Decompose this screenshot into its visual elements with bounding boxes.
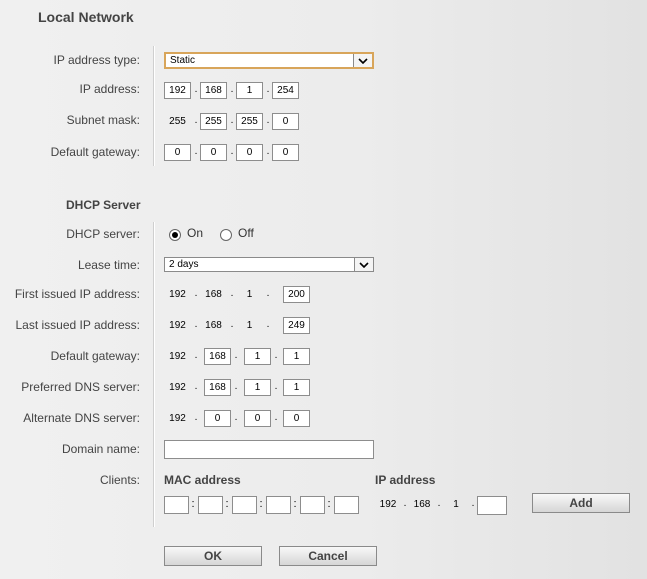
dhcp-off-label: Off [238,226,254,240]
chevron-down-icon [353,54,372,67]
client-ip-octet-1: 192 [379,499,397,510]
gateway-label: Default gateway: [50,145,140,159]
dhcp-on-radio[interactable] [169,229,181,241]
subnet-octet-2[interactable]: 255 [200,113,227,130]
first-ip-octet-2: 168 [205,289,222,300]
dhcp-section-title: DHCP Server [66,198,141,212]
ip-address-label: IP address: [79,82,140,96]
mac-octet-2[interactable] [198,496,223,514]
gateway-octet-3[interactable]: 0 [236,144,263,161]
first-ip-octet-4[interactable]: 200 [283,286,310,303]
add-client-button[interactable]: Add [532,493,630,513]
dhcp-gateway-octet-2[interactable]: 168 [204,348,231,365]
last-ip-label: Last issued IP address: [15,318,140,332]
first-ip-label: First issued IP address: [14,287,140,301]
first-ip-octet-3: 1 [246,289,253,300]
alt-dns-octet-4[interactable]: 0 [283,410,310,427]
ip-octet-3[interactable]: 1 [236,82,263,99]
pref-dns-octet-2[interactable]: 168 [204,379,231,396]
pref-dns-label: Preferred DNS server: [21,380,140,394]
alt-dns-input: 192 . 0 . 0 . 0 [164,410,314,427]
last-ip-octet-1: 192 [169,320,186,331]
mac-octet-4[interactable] [266,496,291,514]
ip-octet-2[interactable]: 168 [200,82,227,99]
ok-button[interactable]: OK [164,546,262,566]
ip-octet-4[interactable]: 254 [272,82,299,99]
pref-dns-octet-4[interactable]: 1 [283,379,310,396]
lease-time-select[interactable]: 2 days [164,257,374,272]
domain-name-input[interactable] [164,440,374,459]
dhcp-server-label: DHCP server: [66,227,140,241]
ip-type-label: IP address type: [53,53,141,67]
dhcp-gateway-octet-1: 192 [169,351,186,362]
subnet-octet-3[interactable]: 255 [236,113,263,130]
first-ip-input: 192 . 168 . 1 . 200 [164,286,314,303]
ip-type-select[interactable]: Static [164,52,374,69]
dhcp-gateway-input: 192 . 168 . 1 . 1 [164,348,314,365]
alt-dns-octet-1: 192 [169,413,186,424]
pref-dns-octet-1: 192 [169,382,186,393]
subnet-octet-1: 255 [169,116,186,127]
client-ip-octet-2: 168 [413,499,431,510]
gateway-octet-1[interactable]: 0 [164,144,191,161]
alt-dns-octet-2[interactable]: 0 [204,410,231,427]
last-ip-input: 192 . 168 . 1 . 249 [164,317,314,334]
subnet-mask-label: Subnet mask: [66,113,140,127]
mac-address-header: MAC address [164,473,241,487]
cancel-button[interactable]: Cancel [279,546,377,566]
alt-dns-octet-3[interactable]: 0 [244,410,271,427]
mac-octet-1[interactable] [164,496,189,514]
ip-type-value: Static [170,55,196,66]
client-ip-octet-4[interactable] [477,496,507,515]
ip-address-header: IP address [375,473,436,487]
mac-octet-5[interactable] [300,496,325,514]
subnet-mask-input: 255 . 255 . 255 . 0 [164,113,314,130]
domain-name-label: Domain name: [61,442,140,456]
lease-time-value: 2 days [169,259,199,270]
first-ip-octet-1: 192 [169,289,186,300]
dhcp-gateway-octet-4[interactable]: 1 [283,348,310,365]
pref-dns-octet-3[interactable]: 1 [244,379,271,396]
dhcp-gateway-octet-3[interactable]: 1 [244,348,271,365]
dhcp-gateway-label: Default gateway: [50,349,140,363]
dhcp-off-radio[interactable] [220,229,232,241]
clients-label: Clients: [99,473,140,487]
client-ip-input: 192 . 168 . 1 . [375,496,510,515]
client-ip-octet-3: 1 [453,499,459,510]
chevron-down-icon [354,258,373,271]
lease-time-label: Lease time: [77,258,140,272]
dhcp-on-label: On [187,226,204,240]
page-title: Local Network [38,9,134,25]
last-ip-octet-4[interactable]: 249 [283,317,310,334]
pref-dns-input: 192 . 168 . 1 . 1 [164,379,314,396]
last-ip-octet-3: 1 [246,320,253,331]
gateway-input: 0 . 0 . 0 . 0 [164,144,314,161]
gateway-octet-4[interactable]: 0 [272,144,299,161]
ip-address-input: 192 . 168 . 1 . 254 [164,82,314,99]
gateway-octet-2[interactable]: 0 [200,144,227,161]
mac-octet-3[interactable] [232,496,257,514]
ip-octet-1[interactable]: 192 [164,82,191,99]
last-ip-octet-2: 168 [205,320,222,331]
divider [153,46,155,166]
subnet-octet-4[interactable]: 0 [272,113,299,130]
alt-dns-label: Alternate DNS server: [23,411,140,425]
mac-octet-6[interactable] [334,496,359,514]
divider [153,222,155,527]
